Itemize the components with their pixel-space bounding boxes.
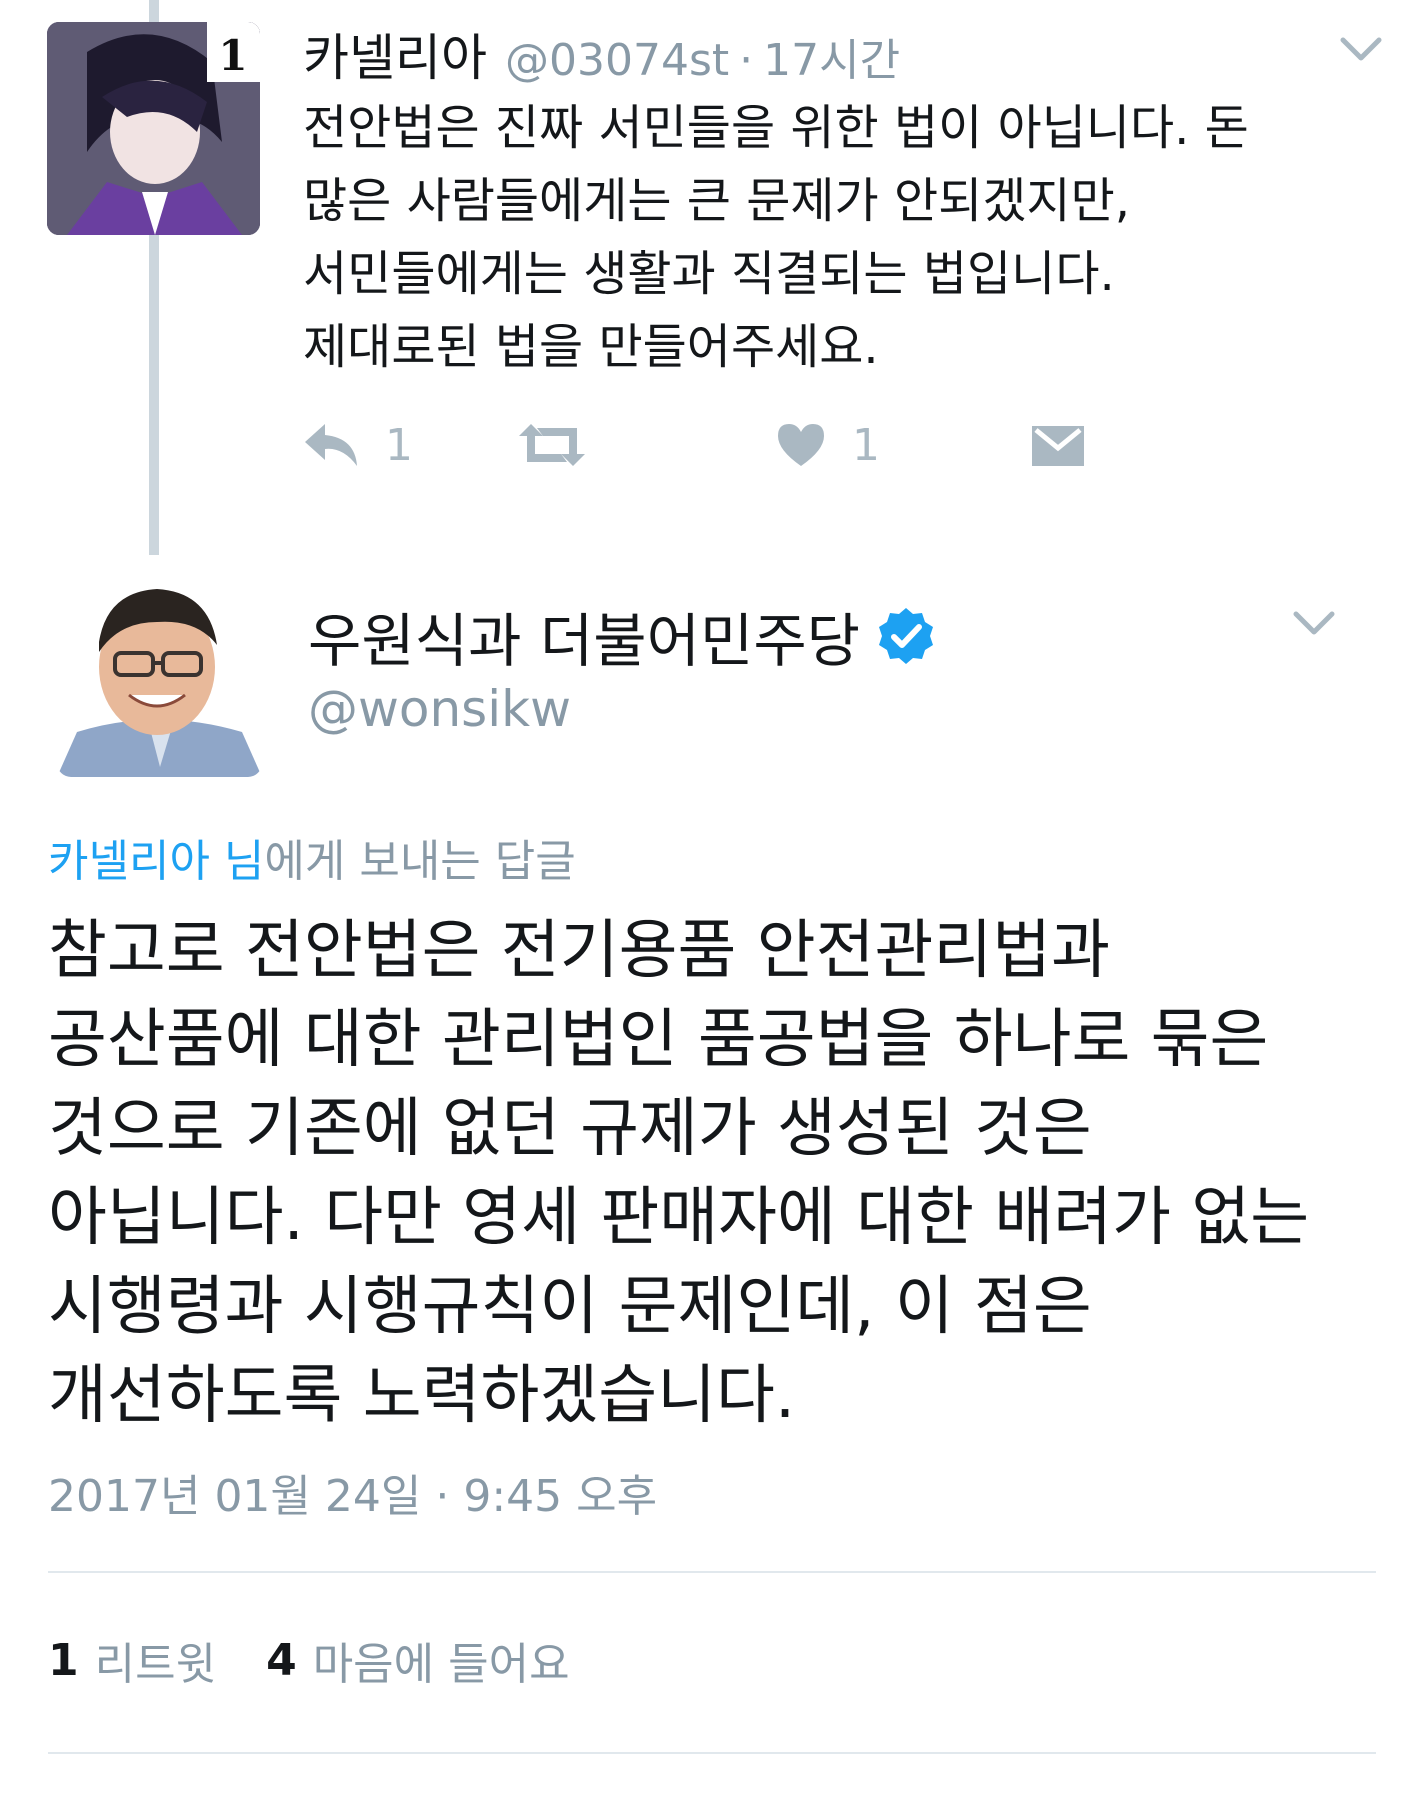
tweet-stats: 1 리트윗 4 마음에 들어요 [48, 1628, 570, 1692]
reply-to-mention[interactable]: 카넬리아 님 [48, 836, 264, 887]
direct-message-button[interactable] [1030, 410, 1086, 480]
chevron-down-icon[interactable] [1337, 30, 1385, 70]
main-tweet-text: 참고로 전안법은 전기용품 안전관리법과 공산품에 대한 관리법인 품공법을 하… [48, 914, 1310, 1433]
reply-button[interactable]: 1 [303, 410, 413, 480]
divider [48, 1752, 1376, 1754]
retweet-icon [519, 424, 585, 466]
verified-badge-icon [879, 608, 934, 664]
like-count: 1 [852, 419, 880, 471]
avatar[interactable]: 1 [47, 22, 260, 235]
chevron-down-icon[interactable] [1290, 604, 1338, 644]
reply-to-suffix: 에게 보내는 답글 [264, 836, 576, 887]
retweet-label[interactable]: 리트윗 [95, 1628, 216, 1692]
retweet-button[interactable] [519, 410, 585, 480]
parent-time[interactable]: 17시간 [763, 24, 900, 88]
separator-dot: · [739, 35, 754, 86]
main-display-name[interactable]: 우원식과 더불어민주당 [308, 594, 860, 678]
parent-tweet-text: 전안법은 진짜 서민들을 위한 법이 아닙니다. 돈 많은 사람들에게는 큰 문… [303, 100, 1249, 375]
reply-icon [305, 424, 357, 466]
tweet-timestamp: 2017년 01월 24일 · 9:45 오후 [48, 1471, 658, 1522]
parent-handle[interactable]: @03074st [505, 35, 729, 86]
avatar[interactable] [57, 567, 262, 777]
reply-count: 1 [385, 419, 413, 471]
divider [48, 1571, 1376, 1573]
direct-message-icon [1032, 426, 1084, 466]
like-count[interactable]: 4 [266, 1635, 297, 1686]
like-label[interactable]: 마음에 들어요 [313, 1628, 570, 1692]
reply-context: 카넬리아 님에게 보내는 답글 [48, 825, 576, 889]
parent-tweet-actions: 1 1 [303, 410, 1263, 480]
parent-tweet-header: 카넬리아 @03074st · 17시간 [303, 18, 900, 87]
main-tweet-header: 우원식과 더불어민주당 [308, 596, 936, 676]
like-button[interactable]: 1 [776, 410, 880, 480]
parent-display-name[interactable]: 카넬리아 [303, 18, 487, 90]
main-handle[interactable]: @wonsikw [308, 680, 571, 738]
svg-text:1: 1 [218, 31, 247, 80]
retweet-count[interactable]: 1 [48, 1635, 79, 1686]
heart-icon [778, 424, 824, 466]
